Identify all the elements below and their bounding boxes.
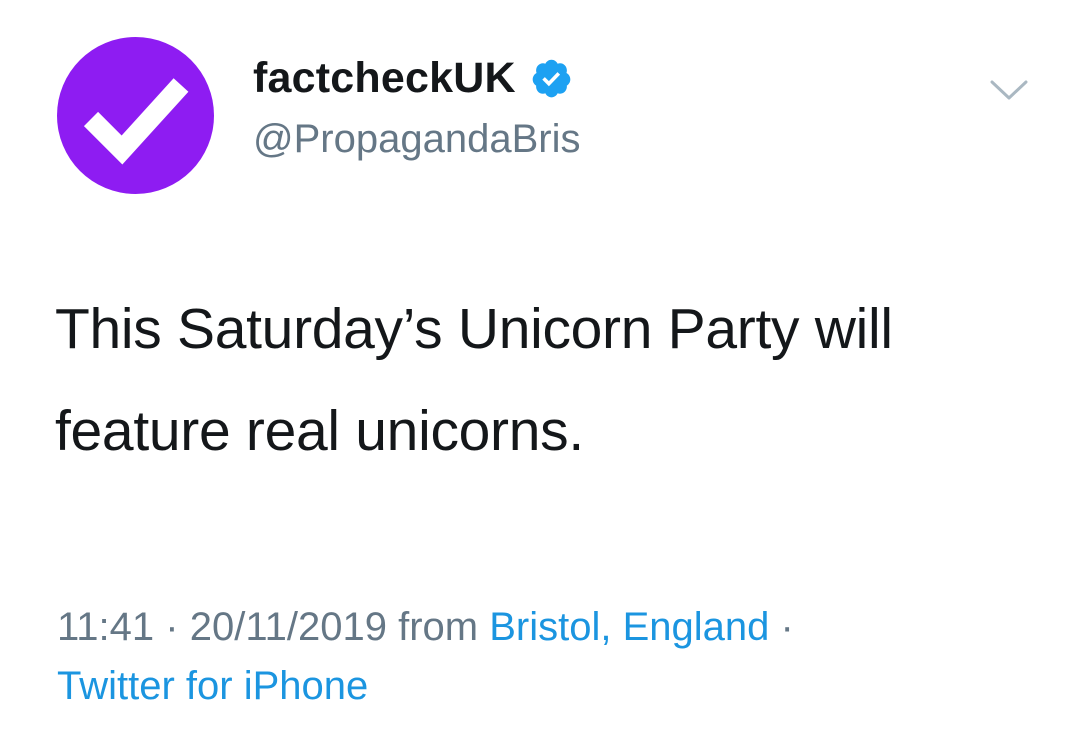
display-name[interactable]: factcheckUK [253, 54, 516, 103]
author-name-row: factcheckUK [253, 50, 573, 106]
tweet-time[interactable]: 11:41 [57, 605, 154, 649]
checkmark-icon [83, 78, 189, 165]
tweet-card: factcheckUK @PropagandaBris This Saturda… [0, 0, 1080, 737]
separator: · [780, 605, 794, 649]
chevron-down-icon[interactable] [986, 73, 1032, 105]
verified-badge-icon [530, 57, 573, 100]
username-handle[interactable]: @PropagandaBris [253, 117, 580, 162]
tweet-text-line: This Saturday’s Unicorn Party will [55, 297, 893, 361]
source-link[interactable]: Twitter for iPhone [57, 664, 368, 708]
tweet-metadata: 11:41 · 20/11/2019 from Bristol, England… [57, 598, 1057, 716]
separator: · [165, 605, 179, 649]
tweet-date[interactable]: 20/11/2019 [190, 605, 387, 649]
avatar[interactable] [57, 37, 214, 194]
tweet-text-line: feature real unicorns. [55, 399, 584, 463]
location-link[interactable]: Bristol, England [489, 605, 769, 649]
tweet-text: This Saturday’s Unicorn Party will featu… [55, 278, 1045, 482]
meta-line-1: 11:41 · 20/11/2019 from Bristol, England… [57, 598, 1057, 657]
meta-line-2: Twitter for iPhone [57, 657, 1057, 716]
from-label: from [398, 605, 479, 649]
